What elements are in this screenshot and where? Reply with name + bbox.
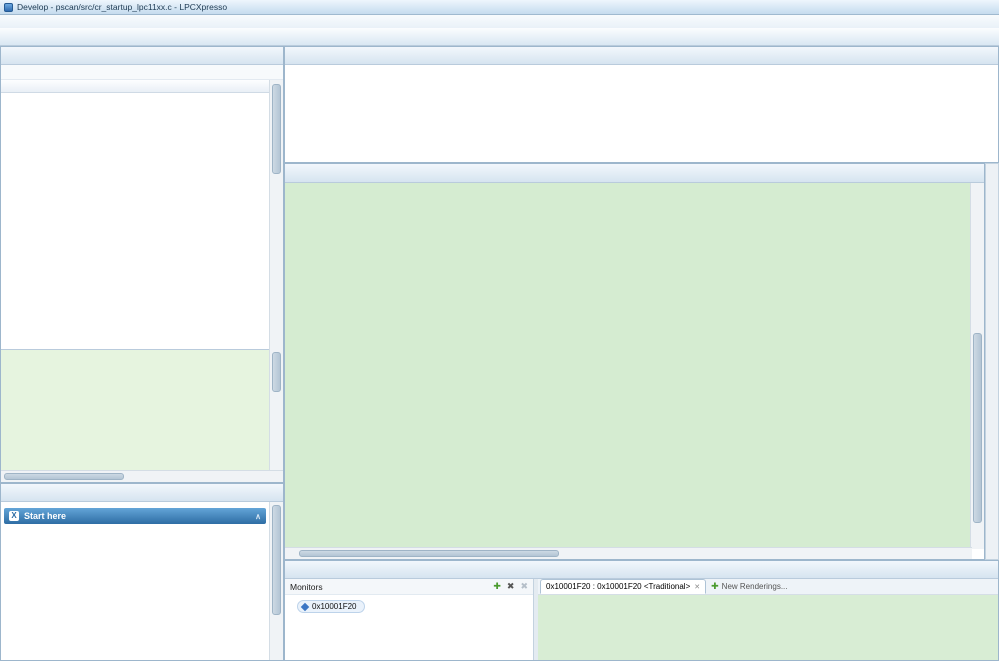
debug-tabbar [285,47,998,65]
remove-monitor-icon[interactable]: ✖ [507,581,515,592]
register-detail-vscrollbar[interactable] [269,349,283,471]
add-monitor-icon[interactable]: ✚ [493,581,501,592]
collapse-icon[interactable]: ∧ [255,512,261,521]
bottom-tabbar [285,561,998,579]
registers-view-toolbar [1,65,283,80]
app-icon [4,3,13,12]
window-title: Develop - pscan/src/cr_startup_lpc11xx.c… [17,2,227,12]
monitors-title: Monitors [290,582,323,592]
editor-vscrollbar[interactable] [970,183,984,549]
close-icon[interactable]: ✕ [694,583,700,591]
new-renderings-tab[interactable]: ✚ New Renderings... [706,579,792,594]
editor-tabbar [285,164,984,183]
registers-tabbar [1,47,283,65]
remove-all-monitors-icon[interactable]: ✖ [520,581,528,592]
lpcxpresso-logo-icon: X [9,511,19,521]
registers-column-header [1,80,270,93]
minimized-views-strip [985,163,999,560]
rendering-tab-label: 0x10001F20 : 0x10001F20 <Traditional> [546,582,690,591]
code-area[interactable] [285,183,972,549]
code-editor [284,163,985,560]
editor-hscrollbar[interactable] [285,547,972,559]
register-detail-pane [1,349,270,471]
start-here-header[interactable]: X Start here ∧ [4,508,266,524]
memory-monitor-item[interactable]: 0x10001F20 [297,600,365,613]
quickstart-tabbar [1,484,283,502]
quickstart-view: X Start here ∧ [0,483,284,661]
monitor-diamond-icon [301,602,309,610]
memory-rendering-pane: 0x10001F20 : 0x10001F20 <Traditional> ✕ … [538,579,998,660]
app-window: Develop - pscan/src/cr_startup_lpc11xx.c… [0,0,999,661]
rendering-tab-traditional[interactable]: 0x10001F20 : 0x10001F20 <Traditional> ✕ [540,579,706,594]
plus-icon: ✚ [711,581,719,592]
debug-call-stack [285,65,998,162]
memory-hex-table [538,595,998,660]
quickstart-vscrollbar[interactable] [269,502,283,661]
monitors-header: Monitors ✚ ✖ ✖ [285,579,533,595]
monitor-address: 0x10001F20 [312,602,356,611]
memory-monitors-pane: Monitors ✚ ✖ ✖ 0x10001F20 [285,579,534,660]
rendering-tabbar: 0x10001F20 : 0x10001F20 <Traditional> ✕ … [538,579,998,595]
title-bar: Develop - pscan/src/cr_startup_lpc11xx.c… [0,0,999,15]
bottom-panel: Monitors ✚ ✖ ✖ 0x10001F20 0x10001F20 : 0… [284,560,999,661]
main-toolbar [0,28,999,46]
registers-hscrollbar[interactable] [1,470,283,482]
registers-vscrollbar[interactable] [269,80,283,349]
menu-bar [0,15,999,28]
start-here-label: Start here [24,511,66,521]
new-renderings-label: New Renderings... [722,582,788,591]
debug-view [284,46,999,163]
registers-table [1,93,270,349]
registers-view [0,46,284,483]
